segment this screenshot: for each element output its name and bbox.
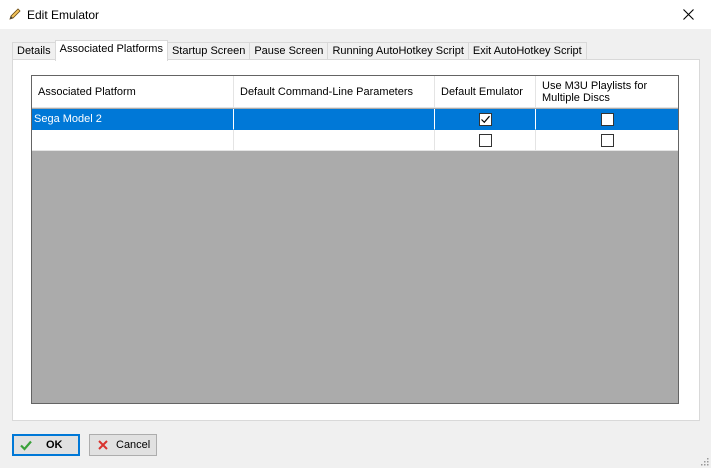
- close-icon: [682, 9, 694, 20]
- platform-cell[interactable]: [32, 130, 234, 151]
- column-header-command-line-parameters[interactable]: Default Command-Line Parameters: [234, 76, 435, 108]
- x-icon: [98, 440, 108, 450]
- tab-associated-platforms[interactable]: Associated Platforms: [54, 40, 168, 61]
- default-emulator-cell: [435, 130, 536, 151]
- params-cell[interactable]: [234, 130, 435, 151]
- title-bar: Edit Emulator: [0, 0, 711, 29]
- default-emulator-checkbox[interactable]: [478, 112, 492, 126]
- cancel-button[interactable]: Cancel: [89, 434, 157, 456]
- checkmark-icon: [20, 440, 32, 451]
- tab-strip: Details Associated Platforms Startup Scr…: [12, 40, 587, 61]
- tab-startup-screen[interactable]: Startup Screen: [166, 42, 251, 60]
- window-title: Edit Emulator: [27, 8, 100, 22]
- resize-grip-icon[interactable]: [699, 456, 709, 466]
- tab-details[interactable]: Details: [12, 42, 56, 60]
- ok-button-label: OK: [46, 439, 63, 451]
- column-header-default-emulator[interactable]: Default Emulator: [435, 76, 536, 108]
- use-m3u-cell: [536, 109, 678, 130]
- column-header-use-m3u-playlists[interactable]: Use M3U Playlists for Multiple Discs: [536, 76, 678, 108]
- close-button[interactable]: [665, 0, 711, 29]
- tab-exit-autohotkey-script[interactable]: Exit AutoHotkey Script: [467, 42, 587, 60]
- checkmark-icon: [480, 115, 490, 123]
- default-emulator-checkbox[interactable]: [478, 133, 492, 147]
- default-emulator-cell: [435, 109, 536, 130]
- cancel-button-label: Cancel: [116, 439, 151, 451]
- tab-running-autohotkey-script[interactable]: Running AutoHotkey Script: [327, 42, 469, 60]
- tab-pause-screen[interactable]: Pause Screen: [249, 42, 329, 60]
- table-row[interactable]: Sega Model 2: [32, 109, 678, 130]
- pencil-icon: [9, 8, 21, 20]
- platform-cell[interactable]: Sega Model 2: [32, 109, 234, 130]
- params-cell[interactable]: [234, 109, 435, 130]
- platforms-grid[interactable]: Associated Platform Default Command-Line…: [31, 75, 679, 404]
- associated-platforms-panel: Associated Platform Default Command-Line…: [12, 59, 700, 421]
- grid-header: Associated Platform Default Command-Line…: [32, 76, 678, 108]
- ok-button[interactable]: OK: [12, 434, 80, 456]
- use-m3u-checkbox[interactable]: [600, 112, 614, 126]
- table-row[interactable]: [32, 130, 678, 151]
- use-m3u-checkbox[interactable]: [600, 133, 614, 147]
- column-header-associated-platform[interactable]: Associated Platform: [32, 76, 234, 108]
- use-m3u-cell: [536, 130, 678, 151]
- edit-emulator-dialog: Edit Emulator Details Associated Platfor…: [0, 0, 711, 468]
